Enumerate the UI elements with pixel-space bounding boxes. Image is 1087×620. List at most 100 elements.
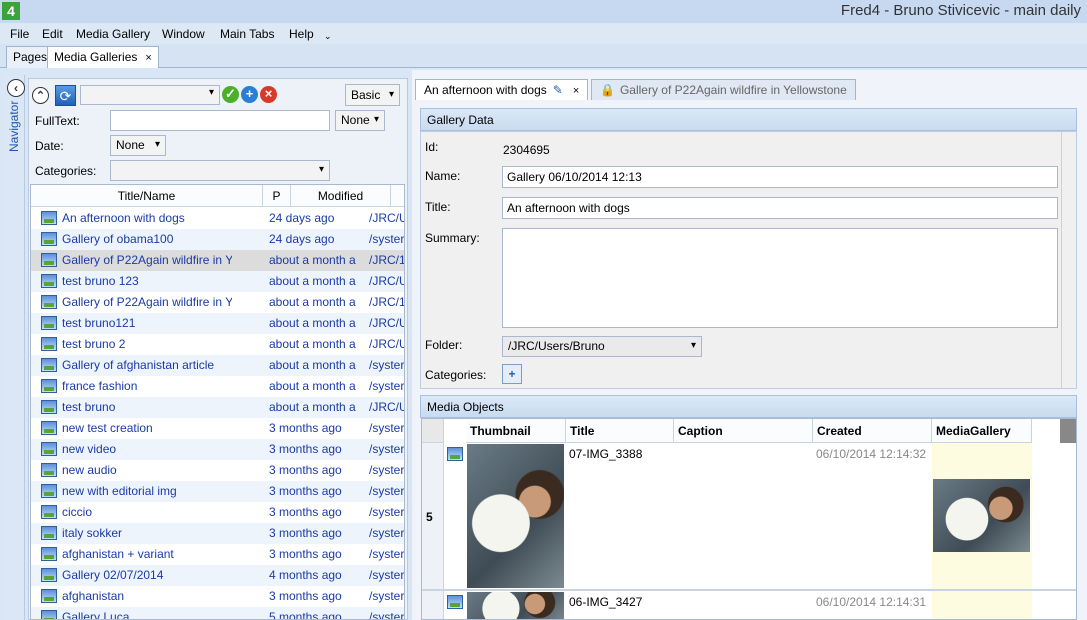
row-header[interactable] [422,591,444,619]
list-item[interactable]: Gallery of P22Again wildfire in Y about a… [31,250,405,271]
image-icon [447,447,463,461]
item-path: /syster [369,484,405,498]
refresh-icon[interactable]: ⟳ [55,85,76,106]
item-path: /syster [369,568,405,582]
list-item[interactable]: Gallery 02/07/2014 4 months ago/syster [31,565,405,586]
collapse-up-icon[interactable]: ⌃ [32,87,49,104]
column-caption[interactable]: Caption [674,419,813,443]
list-item[interactable]: test bruno 2 about a month a/JRC/U [31,334,405,355]
item-title: Gallery of obama100 [62,232,174,246]
column-title[interactable]: Title/Name [31,185,263,207]
list-item[interactable]: new audio 3 months ago/syster [31,460,405,481]
folder-select[interactable]: /JRC/Users/Bruno ▾ [502,336,702,357]
image-icon [447,595,463,609]
tab-media-galleries[interactable]: Media Galleries × [47,46,159,68]
list-item[interactable]: test bruno about a month a/JRC/U [31,397,404,418]
item-title: Gallery of P22Again wildfire in Y [62,253,232,267]
form-scrollbar[interactable] [1061,132,1076,388]
media-created: 06/10/2014 12:14:32 [816,447,927,461]
column-path[interactable] [391,185,404,207]
search-mode-select[interactable]: Basic ▾ [345,84,400,106]
list-item[interactable]: afghanistan 3 months ago/syster [31,586,404,607]
main-tabs: Pages Media Galleries × [0,44,1087,68]
menu-help[interactable]: Help [289,27,314,41]
media-objects-header[interactable]: Media Objects [420,395,1077,418]
grid-scroll-up[interactable] [1060,419,1076,443]
thumbnail-image[interactable] [467,444,564,588]
menu-edit[interactable]: Edit [42,27,63,41]
column-thumbnail[interactable]: Thumbnail [466,419,566,443]
summary-field[interactable] [502,228,1058,328]
item-path: /JRC/1 [369,295,405,309]
menu-media-gallery[interactable]: Media Gallery [76,27,150,41]
tab-media-galleries-label: Media Galleries [54,50,138,64]
list-item[interactable]: Gallery Luca 5 months ago/syster [31,607,404,619]
saved-search-select[interactable]: ▾ [80,85,220,105]
navigator-label[interactable]: Navigator [7,92,21,152]
date-select[interactable]: None ▾ [110,135,166,156]
tab-gallery-wildfire[interactable]: 🔒 Gallery of P22Again wildfire in Yellows… [591,79,856,100]
pencil-icon: ✎ [552,83,563,97]
tab-an-afternoon-with-dogs[interactable]: An afternoon with dogs ✎ × [415,79,589,100]
item-title: new test creation [62,421,153,435]
categories-form-label: Categories: [425,368,487,382]
close-icon[interactable]: × [573,85,579,97]
list-item[interactable]: new test creation 3 months ago/syster [31,418,404,439]
fulltext-input[interactable] [110,110,330,131]
gallery-data-header[interactable]: Gallery Data [420,108,1077,131]
fulltext-option-select[interactable]: None ▾ [335,110,385,131]
media-gallery-cell[interactable] [932,591,1032,619]
folder-value: /JRC/Users/Bruno [508,339,605,353]
item-path: /syster [369,463,405,477]
gallery-icon [41,211,57,225]
delete-icon[interactable]: × [260,86,277,103]
title-label: Title: [425,200,451,214]
item-path: /JRC/1 [369,253,405,267]
add-category-icon[interactable]: + [502,364,522,384]
overflow-chevron-icon[interactable]: ⌄ [324,31,332,42]
item-modified: about a month a [269,295,356,309]
item-modified: about a month a [269,379,356,393]
list-item[interactable]: test bruno121 about a month a/JRC/U [31,313,404,334]
gallery-icon [41,337,57,351]
media-objects-grid: Thumbnail Title Caption Created MediaGal… [421,418,1077,620]
menu-file[interactable]: File [10,27,29,41]
grid-corner [422,419,444,443]
name-field[interactable]: Gallery 06/10/2014 12:13 [502,166,1058,188]
add-icon[interactable]: + [241,86,258,103]
media-title: 07-IMG_3388 [569,447,643,461]
column-modified[interactable]: Modified [291,185,391,207]
list-item[interactable]: An afternoon with dogs 24 days ago/JRC/U [31,208,404,229]
list-item[interactable]: new video 3 months ago/syster [31,439,404,460]
date-label: Date: [35,139,64,153]
list-item[interactable]: Gallery of obama100 24 days ago/syster [31,229,404,250]
fulltext-label: FullText: [35,114,80,128]
column-media-gallery[interactable]: MediaGallery [932,419,1032,443]
editor-tab-label: Gallery of P22Again wildfire in Yellowst… [619,83,847,97]
confirm-icon[interactable]: ✓ [222,86,239,103]
thumbnail-image[interactable] [467,592,564,619]
list-item[interactable]: afghanistan + variant 3 months ago/syster [31,544,405,565]
column-title[interactable]: Title [566,419,674,443]
item-path: /JRC/U [369,337,405,351]
categories-select[interactable]: ▾ [110,160,330,181]
list-item[interactable]: ciccio 3 months ago/syster [31,502,404,523]
column-p[interactable]: P [263,185,291,207]
list-item[interactable]: Gallery of P22Again wildfire in Y about a… [31,292,405,313]
list-item[interactable]: france fashion about a month a/syster [31,376,404,397]
list-item[interactable]: Gallery of afghanistan article about a mo… [31,355,404,376]
list-item[interactable]: new with editorial img 3 months ago/syste… [31,481,405,502]
close-icon[interactable]: × [145,52,151,64]
item-title: italy sokker [62,526,123,540]
list-item[interactable]: test bruno 123 about a month a/JRC/U [31,271,404,292]
menu-main-tabs[interactable]: Main Tabs [220,27,274,41]
list-item[interactable]: italy sokker 3 months ago/syster [31,523,404,544]
title-field[interactable]: An afternoon with dogs [502,197,1058,219]
menu-window[interactable]: Window [162,27,205,41]
item-path: /syster [369,547,405,561]
search-mode-value: Basic [351,88,381,102]
column-created[interactable]: Created [813,419,932,443]
gallery-icon [41,505,57,519]
editor-tab-label: An afternoon with dogs [424,83,547,97]
gallery-icon [41,526,57,540]
